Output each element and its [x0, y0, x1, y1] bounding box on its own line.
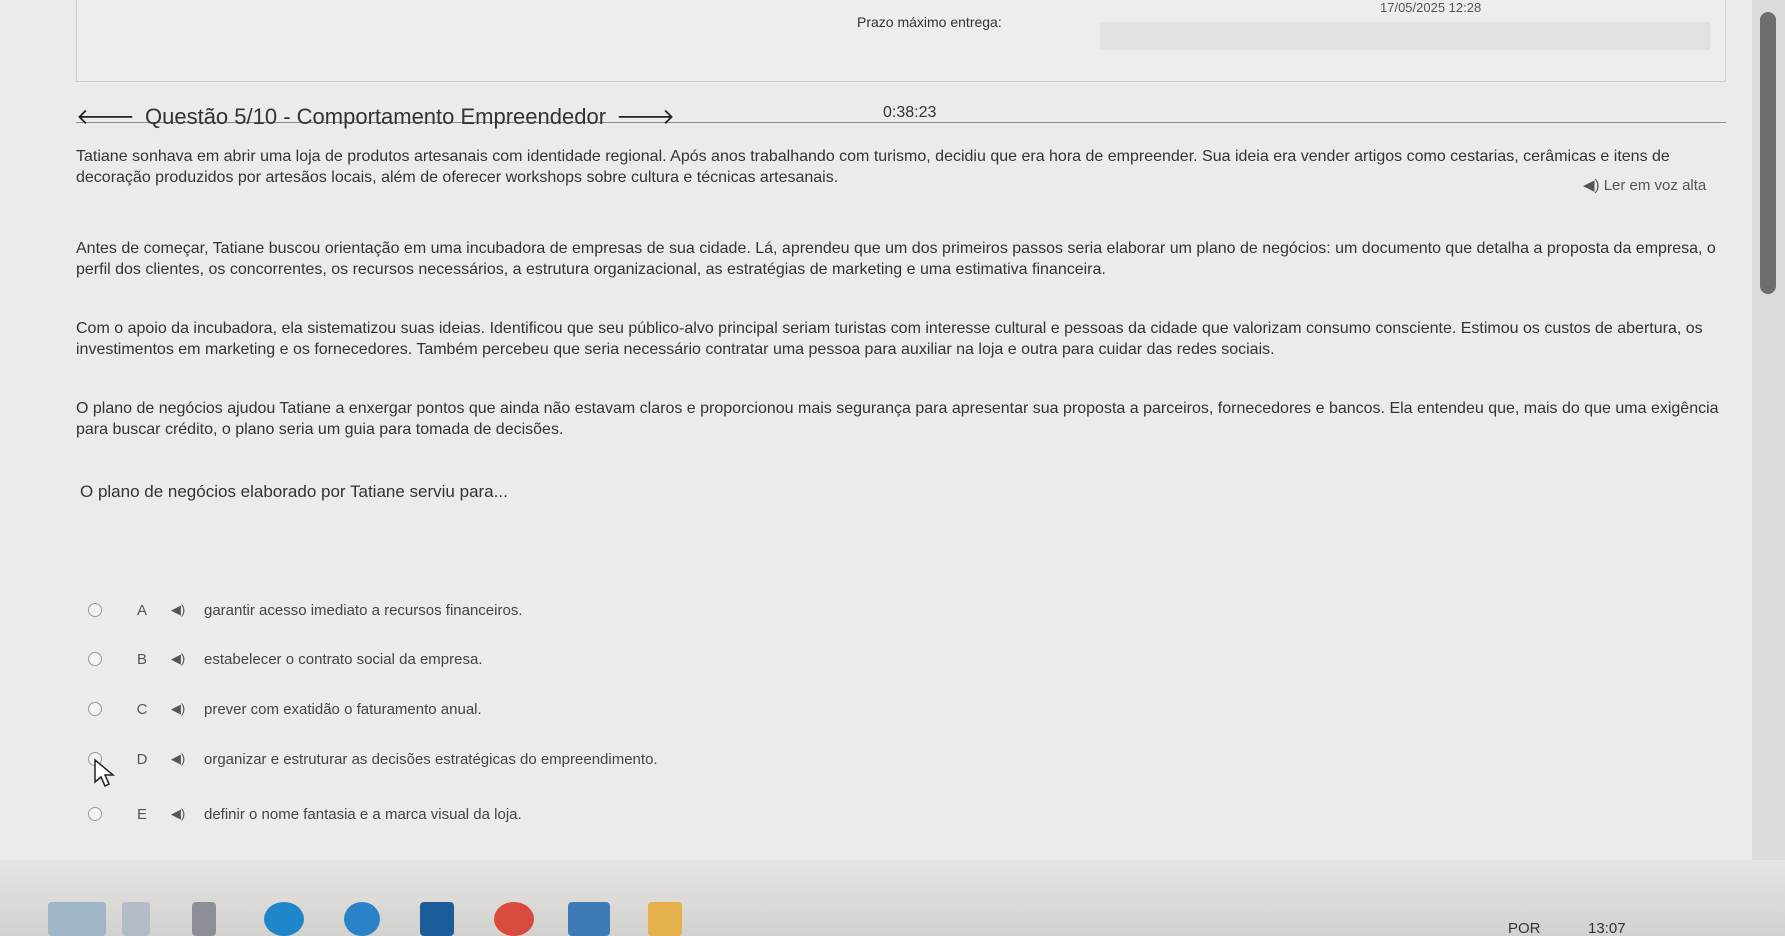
option-letter: B: [136, 650, 147, 668]
answer-option-d[interactable]: D ◀) organizar e estruturar as decisões …: [88, 747, 658, 771]
question-paragraph-4: O plano de negócios ajudou Tatiane a enx…: [76, 400, 1719, 438]
mouse-cursor-icon: [94, 758, 116, 788]
camera-icon[interactable]: [568, 902, 610, 936]
option-text: garantir acesso imediato a recursos fina…: [204, 601, 523, 619]
search-icon[interactable]: [122, 902, 150, 936]
option-text: organizar e estruturar as decisões estra…: [204, 750, 658, 768]
option-text: definir o nome fantasia e a marca visual…: [204, 805, 522, 823]
answer-option-a[interactable]: A ◀) garantir acesso imediato a recursos…: [88, 598, 523, 622]
next-question-arrow-icon[interactable]: 🡒: [616, 106, 675, 128]
date-time-text: 17/05/2025 12:28: [1380, 0, 1482, 15]
answer-option-c[interactable]: C ◀) prever com exatidão o faturamento a…: [88, 697, 482, 721]
radio-button[interactable]: [88, 807, 102, 821]
scrollbar-thumb[interactable]: [1760, 12, 1776, 294]
store-icon[interactable]: [420, 902, 454, 936]
deadline-label: Prazo máximo entrega:: [857, 14, 1002, 30]
question-paragraph-2: Antes de começar, Tatiane buscou orienta…: [76, 240, 1716, 278]
option-letter: A: [136, 601, 147, 619]
question-prompt: O plano de negócios elaborado por Tatian…: [80, 482, 508, 501]
radio-button[interactable]: [88, 603, 102, 617]
option-text: prever com exatidão o faturamento anual.: [204, 700, 482, 718]
option-letter: C: [136, 700, 148, 718]
question-title: Questão 5/10 - Comportamento Empreendedo…: [145, 104, 607, 129]
option-letter: E: [136, 805, 147, 823]
radio-button[interactable]: [88, 652, 102, 666]
speaker-icon[interactable]: ◀): [168, 751, 188, 767]
answer-option-e[interactable]: E ◀) definir o nome fantasia e a marca v…: [88, 802, 522, 826]
chrome-icon[interactable]: [344, 902, 380, 936]
question-paragraph-1: Tatiane sonhava em abrir uma loja de pro…: [76, 148, 1670, 186]
radio-button[interactable]: [88, 702, 102, 716]
file-explorer-icon[interactable]: [648, 902, 682, 936]
speaker-icon[interactable]: ◀): [168, 602, 188, 618]
answer-option-b[interactable]: B ◀) estabelecer o contrato social da em…: [88, 647, 483, 671]
speaker-icon[interactable]: ◀): [168, 701, 188, 717]
question-navigation: 🡐 Questão 5/10 - Comportamento Empreende…: [76, 104, 675, 130]
option-letter: D: [136, 750, 148, 768]
keyboard-language[interactable]: POR: [1508, 920, 1541, 936]
countdown-timer: 0:38:23: [883, 104, 937, 121]
start-menu-icon[interactable]: [48, 902, 106, 936]
app-icon[interactable]: [494, 902, 534, 936]
clock[interactable]: 13:07: [1588, 920, 1626, 936]
speaker-icon[interactable]: ◀): [168, 651, 188, 667]
task-view-icon[interactable]: [192, 902, 216, 936]
question-paragraph-3: Com o apoio da incubadora, ela sistemati…: [76, 320, 1703, 358]
speaker-icon[interactable]: ◀): [168, 806, 188, 822]
edge-browser-icon[interactable]: [264, 902, 304, 936]
option-text: estabelecer o contrato social da empresa…: [204, 650, 483, 668]
previous-question-arrow-icon[interactable]: 🡐: [76, 106, 135, 128]
deadline-field: [1100, 22, 1710, 50]
